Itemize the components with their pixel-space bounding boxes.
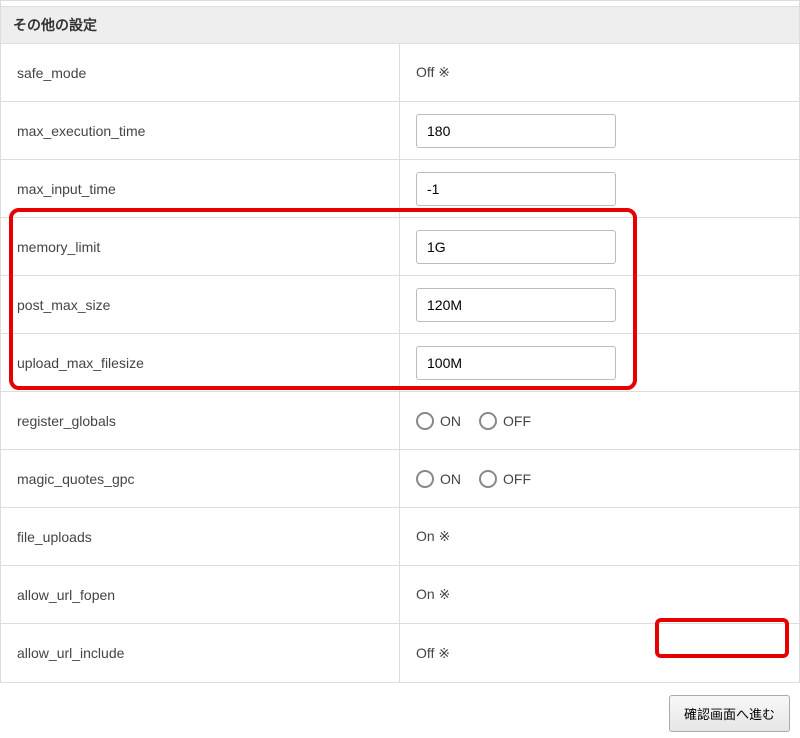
radio-register-globals-off[interactable]: OFF — [479, 412, 531, 430]
label-file-uploads: file_uploads — [1, 508, 400, 565]
radio-group-register-globals: ON OFF — [416, 412, 531, 430]
footer-actions: 確認画面へ進む — [0, 683, 800, 738]
section-header: その他の設定 — [1, 7, 799, 44]
row-max-input-time: max_input_time — [1, 160, 799, 218]
row-post-max-size: post_max_size — [1, 276, 799, 334]
label-max-execution-time: max_execution_time — [1, 102, 400, 159]
row-upload-max-filesize: upload_max_filesize — [1, 334, 799, 392]
radio-register-globals-on[interactable]: ON — [416, 412, 461, 430]
value-safe-mode: Off ※ — [400, 54, 799, 91]
row-file-uploads: file_uploads On ※ — [1, 508, 799, 566]
row-allow-url-include: allow_url_include Off ※ — [1, 624, 799, 682]
row-max-execution-time: max_execution_time — [1, 102, 799, 160]
radio-group-magic-quotes-gpc: ON OFF — [416, 470, 531, 488]
settings-panel: その他の設定 safe_mode Off ※ max_execution_tim… — [0, 6, 800, 683]
row-magic-quotes-gpc: magic_quotes_gpc ON OFF — [1, 450, 799, 508]
input-upload-max-filesize[interactable] — [416, 346, 616, 380]
input-max-execution-time[interactable] — [416, 114, 616, 148]
label-post-max-size: post_max_size — [1, 276, 400, 333]
radio-label-on: ON — [440, 471, 461, 487]
value-allow-url-fopen: On ※ — [400, 576, 799, 613]
label-magic-quotes-gpc: magic_quotes_gpc — [1, 450, 400, 507]
row-safe-mode: safe_mode Off ※ — [1, 44, 799, 102]
value-file-uploads: On ※ — [400, 518, 799, 555]
input-memory-limit[interactable] — [416, 230, 616, 264]
radio-icon — [479, 470, 497, 488]
radio-icon — [479, 412, 497, 430]
label-memory-limit: memory_limit — [1, 218, 400, 275]
radio-magic-quotes-gpc-on[interactable]: ON — [416, 470, 461, 488]
radio-label-off: OFF — [503, 413, 531, 429]
radio-icon — [416, 470, 434, 488]
label-upload-max-filesize: upload_max_filesize — [1, 334, 400, 391]
label-allow-url-include: allow_url_include — [1, 624, 400, 682]
radio-label-off: OFF — [503, 471, 531, 487]
radio-label-on: ON — [440, 413, 461, 429]
row-memory-limit: memory_limit — [1, 218, 799, 276]
radio-icon — [416, 412, 434, 430]
label-allow-url-fopen: allow_url_fopen — [1, 566, 400, 623]
label-safe-mode: safe_mode — [1, 44, 400, 101]
radio-magic-quotes-gpc-off[interactable]: OFF — [479, 470, 531, 488]
row-allow-url-fopen: allow_url_fopen On ※ — [1, 566, 799, 624]
value-allow-url-include: Off ※ — [400, 635, 799, 672]
input-max-input-time[interactable] — [416, 172, 616, 206]
label-max-input-time: max_input_time — [1, 160, 400, 217]
row-register-globals: register_globals ON OFF — [1, 392, 799, 450]
section-title: その他の設定 — [13, 17, 97, 33]
label-register-globals: register_globals — [1, 392, 400, 449]
input-post-max-size[interactable] — [416, 288, 616, 322]
confirm-button[interactable]: 確認画面へ進む — [669, 695, 790, 732]
